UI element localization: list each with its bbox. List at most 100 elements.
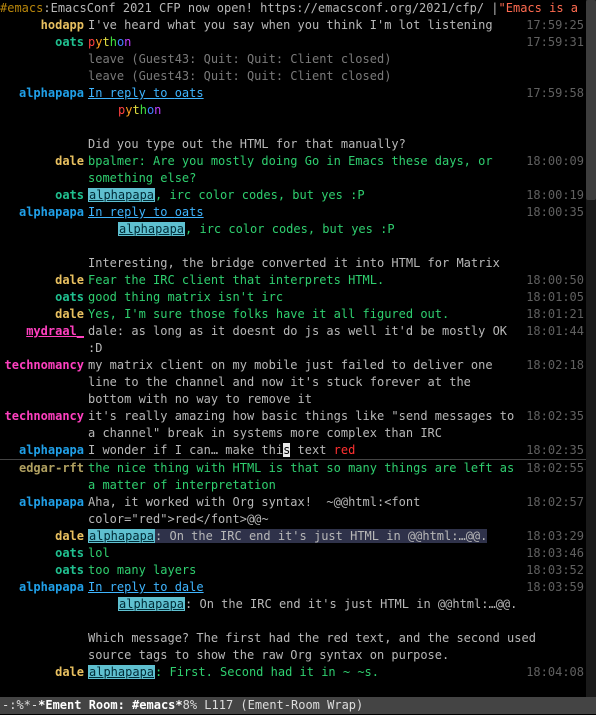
reply-target-link[interactable]: dale (175, 580, 204, 594)
nick: technomancy (0, 357, 88, 374)
timestamp: 18:03:46 (520, 545, 584, 562)
message-text[interactable]: Interesting, the bridge converted it int… (88, 255, 578, 272)
message-row: dalealphapapa: First. Second had it in ~… (0, 664, 596, 681)
reply-prefix-link[interactable]: In reply to (88, 86, 175, 100)
channel-topic-quote: "Emacs is a co (499, 0, 596, 17)
timestamp: 17:59:25 (520, 17, 584, 34)
message-row: alphapapaIn reply to dale18:03:59 (0, 579, 596, 596)
nick: dale (0, 153, 88, 170)
message-text[interactable]: alphapapa: First. Second had it in ~ ~s. (88, 664, 520, 681)
message-text[interactable]: In reply to dale (88, 579, 520, 596)
message-row: Did you type out the HTML for that manua… (0, 136, 596, 153)
scrollbar-track[interactable] (586, 0, 596, 697)
message-row: alphapapaIn reply to oats17:59:58 (0, 85, 596, 102)
nick: dale (0, 272, 88, 289)
message-row: oatstoo many layers18:03:52 (0, 562, 596, 579)
message-text[interactable] (88, 613, 578, 630)
message-text[interactable]: leave (Guest43: Quit: Quit: Client close… (88, 68, 578, 85)
message-row: mydraal_dale: as long as it doesnt do js… (0, 323, 596, 357)
timestamp: 18:00:50 (520, 272, 584, 289)
nick: dale (0, 528, 88, 545)
reply-target-link[interactable]: oats (175, 86, 204, 100)
message-text[interactable]: alphapapa: On the IRC end it's just HTML… (88, 528, 520, 545)
message-text[interactable]: Fear the IRC client that interprets HTML… (88, 272, 520, 289)
message-row: Which message? The first had the red tex… (0, 630, 596, 664)
message-row: Interesting, the bridge converted it int… (0, 255, 596, 272)
message-text[interactable]: alphapapa: On the IRC end it's just HTML… (88, 596, 578, 613)
timestamp: 18:02:35 (520, 442, 584, 459)
message-text[interactable] (88, 119, 578, 136)
header-line: #emacs : EmacsConf 2021 CFP now open! ht… (0, 0, 596, 17)
message-row: hodappI've heard what you say when you t… (0, 17, 596, 34)
message-text[interactable]: alphapapa, irc color codes, but yes :P (88, 221, 578, 238)
nick: technomancy (0, 408, 88, 425)
reply-target-link[interactable]: oats (175, 205, 204, 219)
timestamp: 18:04:08 (520, 664, 584, 681)
nick: dale (0, 664, 88, 681)
mention[interactable]: alphapapa (88, 665, 155, 679)
message-text[interactable]: alphapapa, irc color codes, but yes :P (88, 187, 520, 204)
message-text[interactable]: Did you type out the HTML for that manua… (88, 136, 578, 153)
message-text[interactable]: too many layers (88, 562, 520, 579)
message-row: daleYes, I'm sure those folks have it al… (0, 306, 596, 323)
timestamp: 18:02:18 (520, 357, 584, 374)
reply-prefix-link[interactable]: In reply to (88, 580, 175, 594)
message-row: leave (Guest43: Quit: Quit: Client close… (0, 68, 596, 85)
message-text[interactable]: I wonder if I can… make this text red (88, 442, 520, 459)
nick: alphapapa (0, 85, 88, 102)
message-row: daleFear the IRC client that interprets … (0, 272, 596, 289)
message-text[interactable]: In reply to oats (88, 204, 520, 221)
nick: oats (0, 289, 88, 306)
message-text[interactable]: my matrix client on my mobile just faile… (88, 357, 520, 408)
message-row (0, 119, 596, 136)
reply-prefix-link[interactable]: In reply to (88, 205, 175, 219)
message-text[interactable]: In reply to oats (88, 85, 520, 102)
nick: alphapapa (0, 442, 88, 459)
message-row: alphapapaIn reply to oats18:00:35 (0, 204, 596, 221)
message-row: technomancyit's really amazing how basic… (0, 408, 596, 442)
message-row: leave (Guest43: Quit: Quit: Client close… (0, 51, 596, 68)
scrollbar-thumb[interactable] (586, 0, 596, 200)
timestamp: 18:01:05 (520, 289, 584, 306)
nick: hodapp (0, 17, 88, 34)
modeline-left: -:%*- (2, 697, 38, 714)
modeline-buffer-name: *Ement Room: #emacs* (38, 697, 183, 714)
message-row: oatslol18:03:46 (0, 545, 596, 562)
message-row: oatspython17:59:31 (0, 34, 596, 51)
nick: edgar-rft (0, 460, 88, 477)
nick: oats (0, 34, 88, 51)
mention[interactable]: alphapapa (118, 597, 185, 611)
nick: dale (0, 306, 88, 323)
message-text[interactable]: python (88, 34, 520, 51)
message-text[interactable]: good thing matrix isn't irc (88, 289, 520, 306)
mention[interactable]: alphapapa (88, 529, 155, 543)
mention[interactable]: alphapapa (118, 222, 185, 236)
message-row: alphapapa: On the IRC end it's just HTML… (0, 596, 596, 613)
message-text[interactable]: leave (Guest43: Quit: Quit: Client close… (88, 51, 578, 68)
message-text[interactable]: Yes, I'm sure those folks have it all fi… (88, 306, 520, 323)
message-text[interactable]: it's really amazing how basic things lik… (88, 408, 520, 442)
message-row: edgar-rftthe nice thing with HTML is tha… (0, 460, 596, 494)
timestamp: 17:59:58 (520, 85, 584, 102)
message-text[interactable] (88, 238, 578, 255)
nick: oats (0, 562, 88, 579)
message-text[interactable]: Aha, it worked with Org syntax! ~@@html:… (88, 494, 520, 528)
message-text[interactable]: lol (88, 545, 520, 562)
message-text[interactable]: Which message? The first had the red tex… (88, 630, 578, 664)
channel-name: #emacs (0, 0, 43, 17)
message-row: alphapapaAha, it worked with Org syntax!… (0, 494, 596, 528)
nick: oats (0, 187, 88, 204)
message-text[interactable]: I've heard what you say when you think I… (88, 17, 520, 34)
nick: alphapapa (0, 494, 88, 511)
nick: alphapapa (0, 204, 88, 221)
mention[interactable]: alphapapa (88, 188, 155, 202)
message-text[interactable]: python (88, 102, 578, 119)
timestamp: 18:03:59 (520, 579, 584, 596)
message-area[interactable]: hodappI've heard what you say when you t… (0, 17, 596, 697)
channel-topic: EmacsConf 2021 CFP now open! https://ema… (51, 0, 499, 17)
message-text[interactable]: dale: as long as it doesnt do js as well… (88, 323, 520, 357)
message-row: oatsgood thing matrix isn't irc18:01:05 (0, 289, 596, 306)
message-text[interactable]: bpalmer: Are you mostly doing Go in Emac… (88, 153, 520, 187)
message-text[interactable]: the nice thing with HTML is that so many… (88, 460, 520, 494)
timestamp: 18:01:21 (520, 306, 584, 323)
